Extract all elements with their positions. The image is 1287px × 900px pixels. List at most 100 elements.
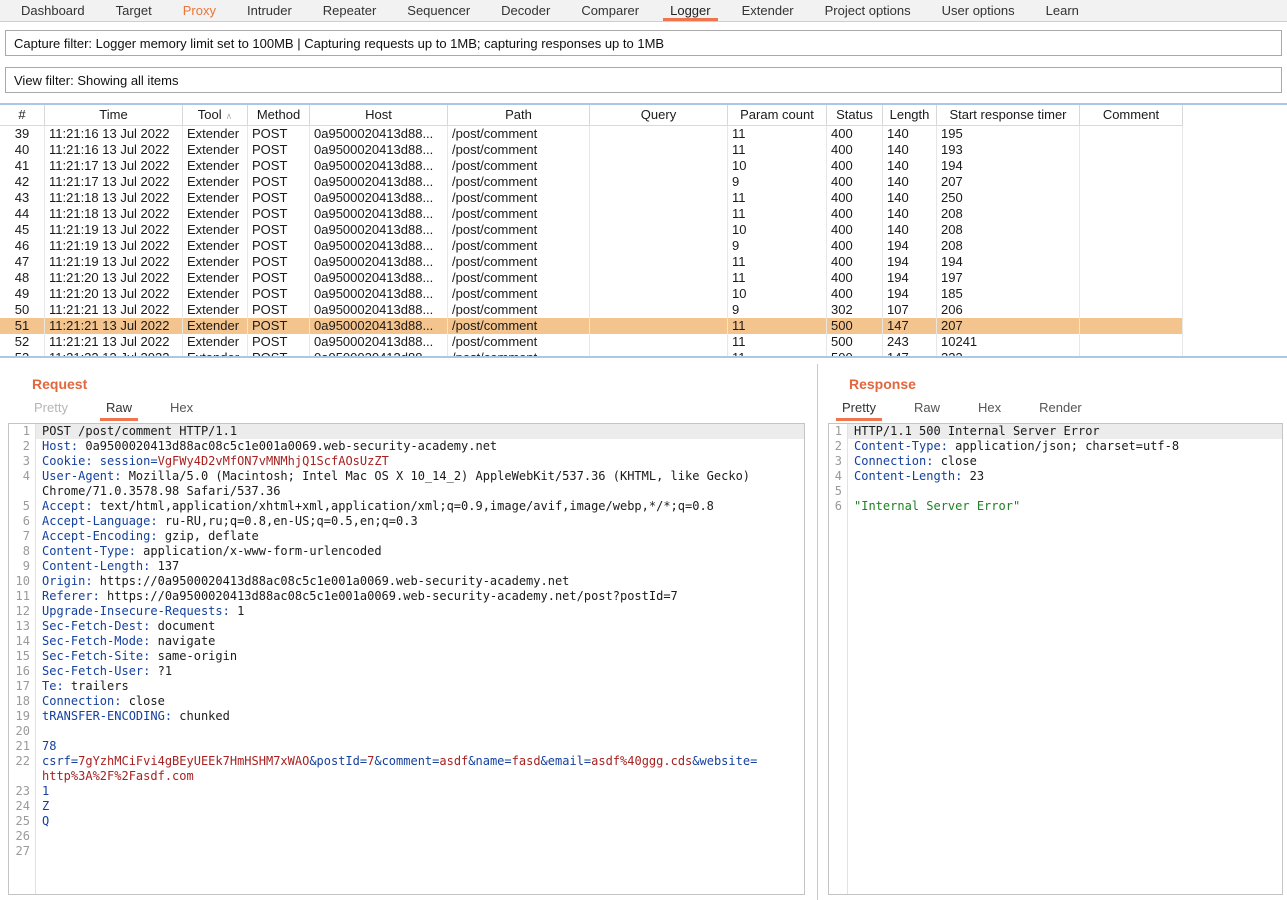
cell-host: 0a9500020413d88... xyxy=(310,190,448,206)
tab-repeater[interactable]: Repeater xyxy=(316,0,383,21)
table-row[interactable]: 4511:21:19 13 Jul 2022ExtenderPOST0a9500… xyxy=(0,222,1183,238)
column-header-path[interactable]: Path xyxy=(448,105,590,126)
column-header-time[interactable]: Time xyxy=(45,105,183,126)
line-text: Content-Length: 137 xyxy=(35,559,804,574)
cell-comment xyxy=(1080,238,1183,254)
response-tab-raw[interactable]: Raw xyxy=(908,400,946,421)
cell-status: 500 xyxy=(827,334,883,350)
cell-query xyxy=(590,126,728,142)
editor-line: http%3A%2F%2Fasdf.com xyxy=(9,769,804,784)
table-row[interactable]: 4311:21:18 13 Jul 2022ExtenderPOST0a9500… xyxy=(0,190,1183,206)
column-header-query[interactable]: Query xyxy=(590,105,728,126)
cell-param-count: 9 xyxy=(728,174,827,190)
response-tab-render[interactable]: Render xyxy=(1033,400,1088,421)
response-editor[interactable]: 1HTTP/1.1 500 Internal Server Error2Cont… xyxy=(828,423,1283,895)
editor-line: 8Content-Type: application/x-www-form-ur… xyxy=(9,544,804,559)
line-text: Connection: close xyxy=(847,454,1282,469)
cell-path: /post/comment xyxy=(448,334,590,350)
cell-start-response-timer: 195 xyxy=(937,126,1080,142)
response-panel-title: Response xyxy=(849,376,1287,392)
table-row[interactable]: 4711:21:19 13 Jul 2022ExtenderPOST0a9500… xyxy=(0,254,1183,270)
table-row[interactable]: 4211:21:17 13 Jul 2022ExtenderPOST0a9500… xyxy=(0,174,1183,190)
table-row[interactable]: 5211:21:21 13 Jul 2022ExtenderPOST0a9500… xyxy=(0,334,1183,350)
column-header-comment[interactable]: Comment xyxy=(1080,105,1183,126)
cell-param-count: 11 xyxy=(728,270,827,286)
table-row[interactable]: 4911:21:20 13 Jul 2022ExtenderPOST0a9500… xyxy=(0,286,1183,302)
cell-start-response-timer: 250 xyxy=(937,190,1080,206)
tab-project-options[interactable]: Project options xyxy=(818,0,918,21)
cell-length: 140 xyxy=(883,174,937,190)
cell-tool: Extender xyxy=(183,270,248,286)
column-header-host[interactable]: Host xyxy=(310,105,448,126)
cell-path: /post/comment xyxy=(448,174,590,190)
tab-user-options[interactable]: User options xyxy=(935,0,1022,21)
cell-start-response-timer: 208 xyxy=(937,238,1080,254)
tab-decoder[interactable]: Decoder xyxy=(494,0,557,21)
table-row[interactable]: 4611:21:19 13 Jul 2022ExtenderPOST0a9500… xyxy=(0,238,1183,254)
cell--: 51 xyxy=(0,318,45,334)
cell-method: POST xyxy=(248,142,310,158)
table-row[interactable]: 4111:21:17 13 Jul 2022ExtenderPOST0a9500… xyxy=(0,158,1183,174)
tab-proxy[interactable]: Proxy xyxy=(176,0,223,21)
table-row[interactable]: 4411:21:18 13 Jul 2022ExtenderPOST0a9500… xyxy=(0,206,1183,222)
cell-method: POST xyxy=(248,190,310,206)
cell--: 52 xyxy=(0,334,45,350)
cell-start-response-timer: 207 xyxy=(937,318,1080,334)
line-number: 7 xyxy=(9,529,35,544)
column-header-start-response-timer[interactable]: Start response timer xyxy=(937,105,1080,126)
request-editor[interactable]: 1POST /post/comment HTTP/1.12Host: 0a950… xyxy=(8,423,805,895)
cell-comment xyxy=(1080,174,1183,190)
tab-logger[interactable]: Logger xyxy=(663,0,717,21)
table-row[interactable]: 4011:21:16 13 Jul 2022ExtenderPOST0a9500… xyxy=(0,142,1183,158)
top-tab-bar: Dashboard Target Proxy Intruder Repeater Sequ… xyxy=(0,0,1287,22)
line-text: User-Agent: Mozilla/5.0 (Macintosh; Inte… xyxy=(35,469,804,484)
line-text: Origin: https://0a9500020413d88ac08c5c1e… xyxy=(35,574,804,589)
cell-time: 11:21:20 13 Jul 2022 xyxy=(45,286,183,302)
view-filter-bar[interactable]: View filter: Showing all items xyxy=(5,67,1282,93)
table-row[interactable]: 5011:21:21 13 Jul 2022ExtenderPOST0a9500… xyxy=(0,302,1183,318)
tab-learn[interactable]: Learn xyxy=(1039,0,1086,21)
tab-comparer[interactable]: Comparer xyxy=(574,0,646,21)
tab-extender[interactable]: Extender xyxy=(735,0,801,21)
capture-filter-text: Capture filter: Logger memory limit set … xyxy=(14,36,664,51)
column-header--[interactable]: # xyxy=(0,105,45,126)
response-tab-hex[interactable]: Hex xyxy=(972,400,1007,421)
column-header-length[interactable]: Length xyxy=(883,105,937,126)
request-tab-hex[interactable]: Hex xyxy=(164,400,199,421)
column-header-param-count[interactable]: Param count xyxy=(728,105,827,126)
request-tab-raw[interactable]: Raw xyxy=(100,400,138,421)
column-header-method[interactable]: Method xyxy=(248,105,310,126)
table-row[interactable]: 5111:21:21 13 Jul 2022ExtenderPOST0a9500… xyxy=(0,318,1183,334)
cell-path: /post/comment xyxy=(448,286,590,302)
column-header-status[interactable]: Status xyxy=(827,105,883,126)
tab-intruder[interactable]: Intruder xyxy=(240,0,299,21)
response-tabs: Pretty Raw Hex Render xyxy=(836,400,1287,421)
cell-query xyxy=(590,334,728,350)
cell-method: POST xyxy=(248,158,310,174)
cell-tool: Extender xyxy=(183,238,248,254)
cell-method: POST xyxy=(248,318,310,334)
tab-dashboard[interactable]: Dashboard xyxy=(14,0,92,21)
table-row[interactable]: 3911:21:16 13 Jul 2022ExtenderPOST0a9500… xyxy=(0,126,1183,142)
table-row[interactable]: 4811:21:20 13 Jul 2022ExtenderPOST0a9500… xyxy=(0,270,1183,286)
cell-tool: Extender xyxy=(183,318,248,334)
cell-param-count: 11 xyxy=(728,206,827,222)
cell-query xyxy=(590,158,728,174)
cell-host: 0a9500020413d88... xyxy=(310,270,448,286)
cell-method: POST xyxy=(248,174,310,190)
cell-host: 0a9500020413d88... xyxy=(310,222,448,238)
column-header-tool[interactable]: Tool∧ xyxy=(183,105,248,126)
editor-line: 12Upgrade-Insecure-Requests: 1 xyxy=(9,604,804,619)
line-text xyxy=(35,724,804,739)
view-filter-text: View filter: Showing all items xyxy=(14,73,179,88)
cell-method: POST xyxy=(248,238,310,254)
response-tab-pretty[interactable]: Pretty xyxy=(836,400,882,421)
tab-sequencer[interactable]: Sequencer xyxy=(400,0,477,21)
line-number: 19 xyxy=(9,709,35,724)
capture-filter-bar[interactable]: Capture filter: Logger memory limit set … xyxy=(5,30,1282,56)
tab-target[interactable]: Target xyxy=(109,0,159,21)
line-text: HTTP/1.1 500 Internal Server Error xyxy=(847,424,1282,439)
table-row[interactable]: 5311:21:22 13 Jul 2022ExtenderPOST0a9500… xyxy=(0,350,1183,358)
cell-tool: Extender xyxy=(183,334,248,350)
cell-status: 400 xyxy=(827,126,883,142)
